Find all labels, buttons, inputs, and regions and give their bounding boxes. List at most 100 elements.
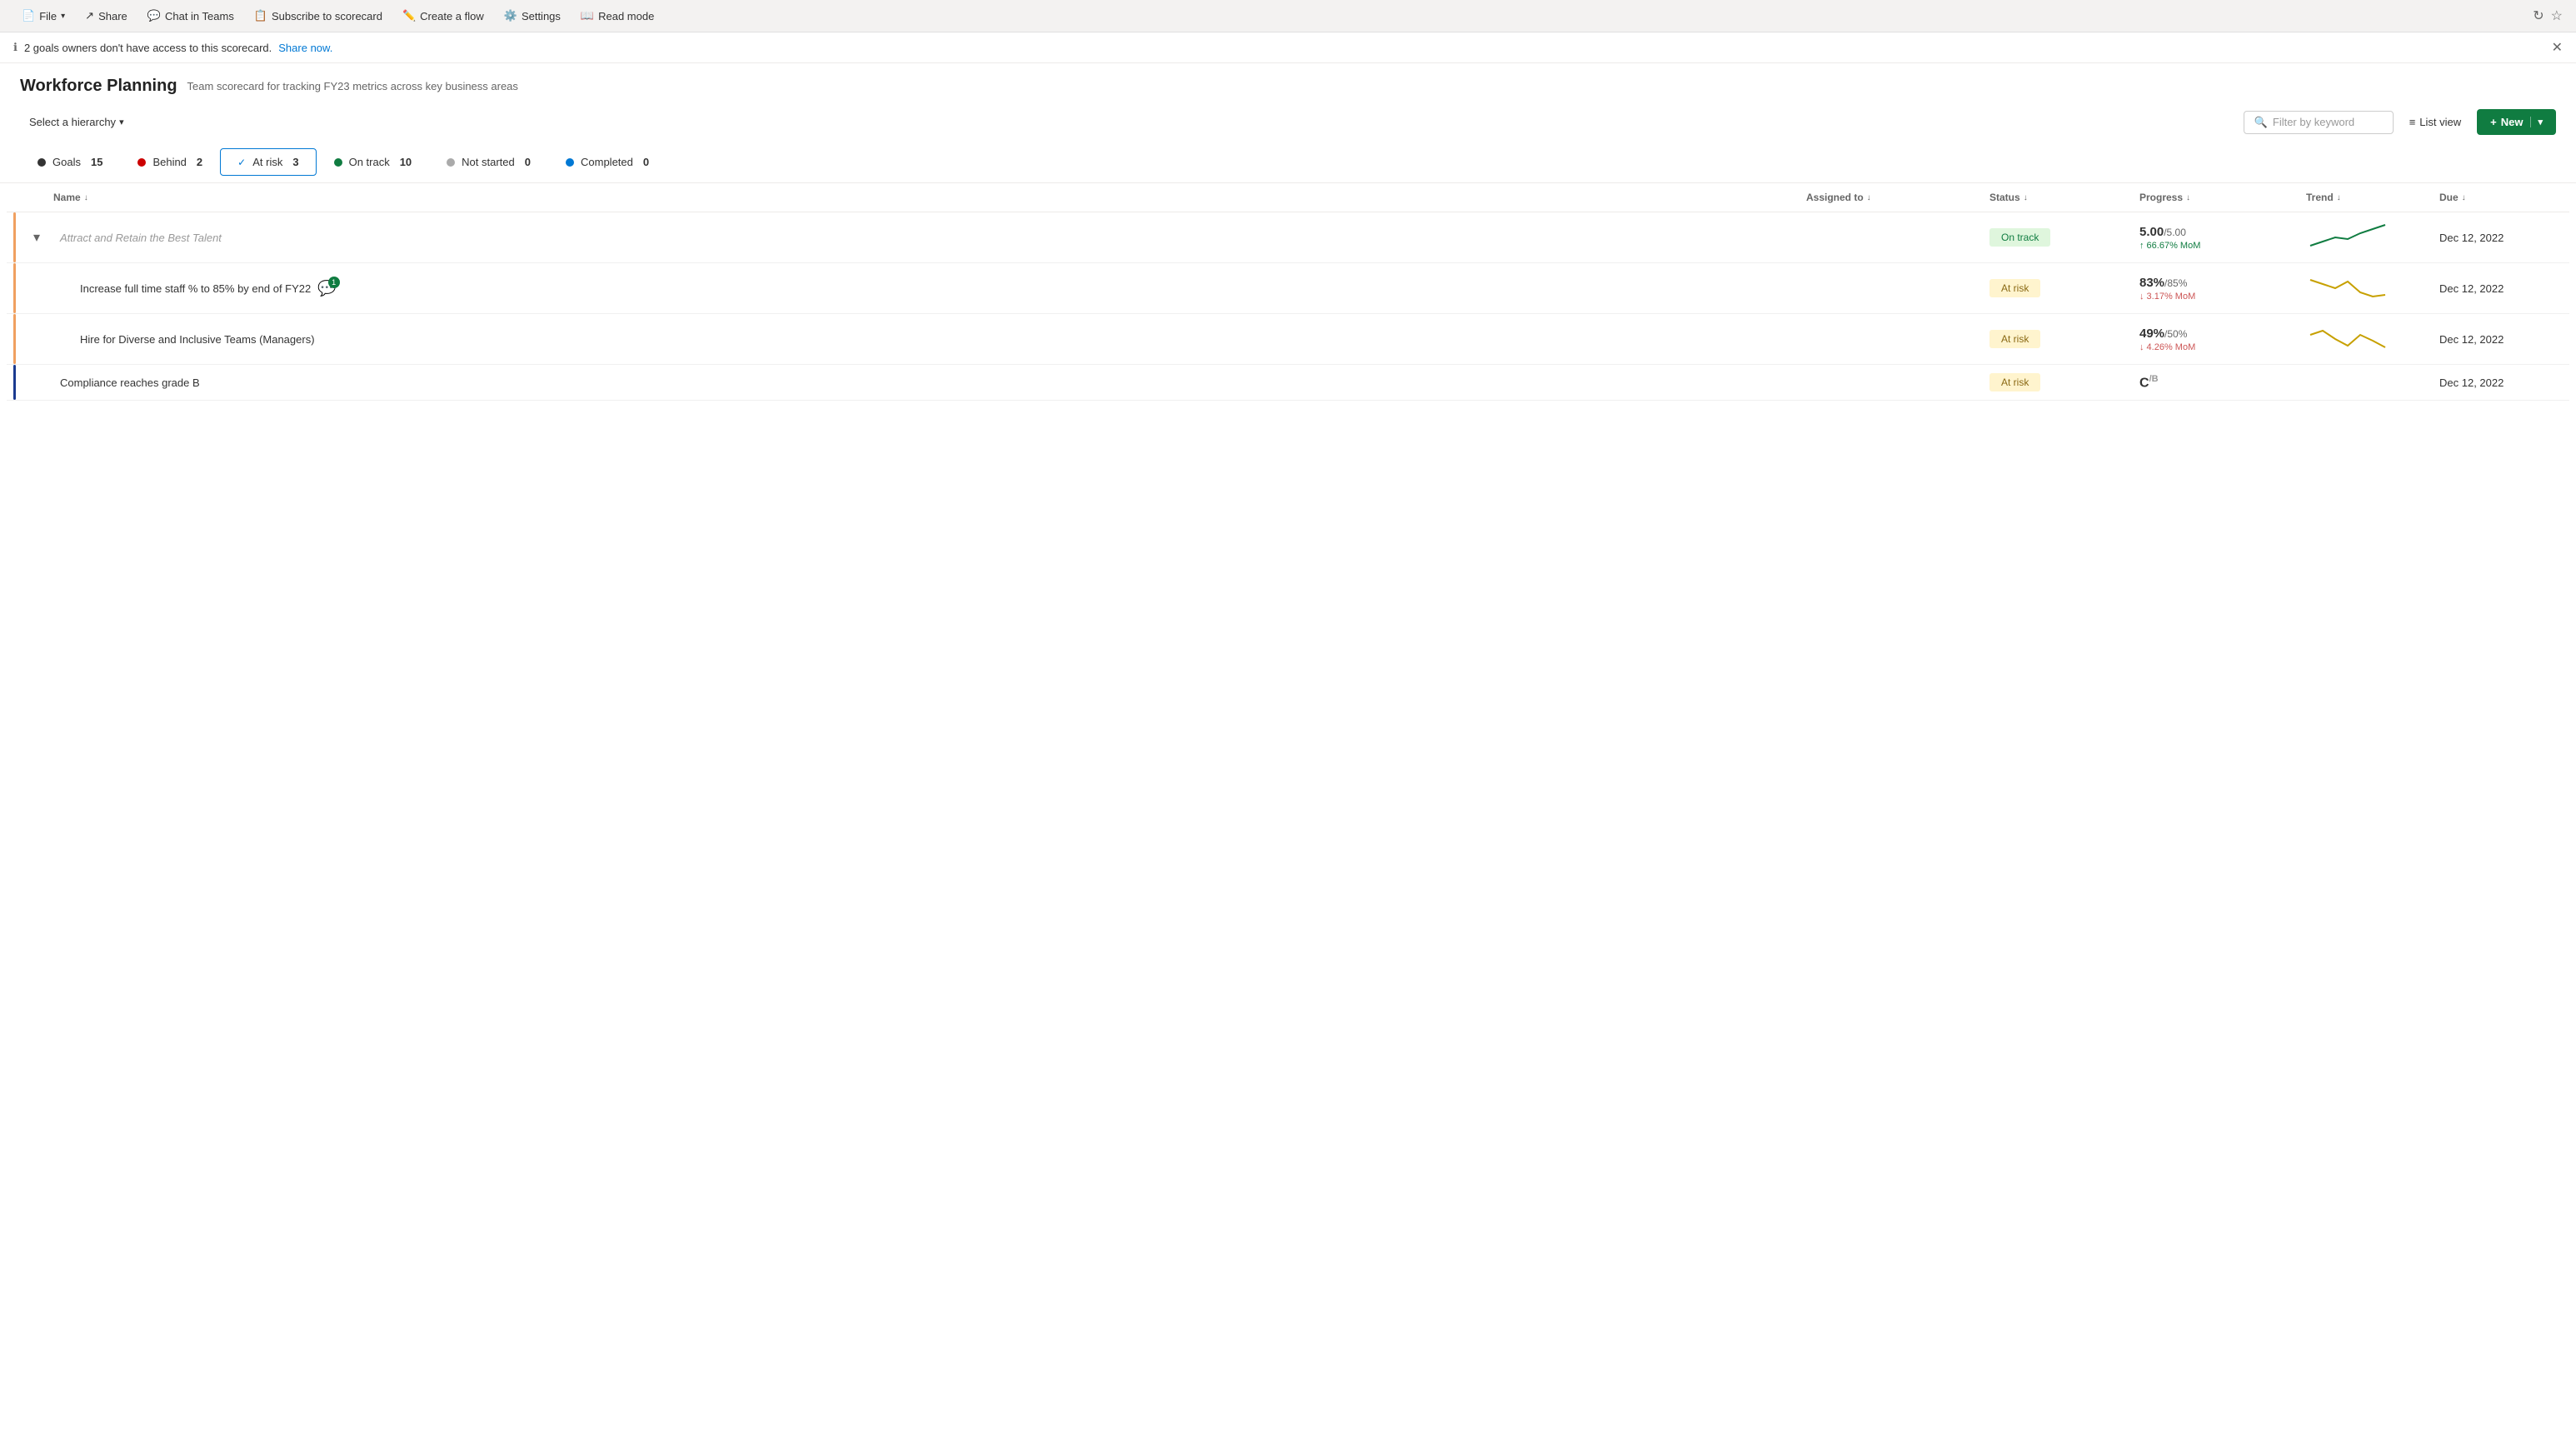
tab-label: Completed <box>581 156 633 168</box>
due-cell: Dec 12, 2022 <box>2439 232 2556 244</box>
table-row: Increase full time staff % to 85% by end… <box>7 263 2569 314</box>
status-cell: On track <box>1989 228 2139 247</box>
progress-main: 49%/50% <box>2139 327 2306 341</box>
row-accent <box>13 212 16 262</box>
col-header-status[interactable]: Status↓ <box>1989 192 2139 203</box>
page-header: Workforce Planning Team scorecard for tr… <box>0 63 2576 102</box>
info-banner: ℹ 2 goals owners don't have access to th… <box>0 32 2576 63</box>
new-button-chevron-icon: ▾ <box>2530 117 2543 127</box>
hierarchy-chevron-icon: ▾ <box>119 117 124 127</box>
status-tab-at_risk[interactable]: ✓ At risk 3 <box>220 148 316 176</box>
row-accent <box>13 314 16 364</box>
due-cell: Dec 12, 2022 <box>2439 333 2556 346</box>
status-tab-goals[interactable]: Goals 15 <box>20 148 120 176</box>
page-title: Workforce Planning <box>20 77 177 96</box>
goal-name[interactable]: Increase full time staff % to 85% by end… <box>80 282 311 295</box>
tab-count: 0 <box>525 156 531 168</box>
checkmark-icon: ✓ <box>237 157 246 168</box>
file-menu[interactable]: 📄 File ▾ <box>13 5 73 27</box>
tab-label: Goals <box>52 156 81 168</box>
chat-in-teams-button[interactable]: 💬 Chat in Teams <box>139 5 242 27</box>
table-container: Name↓Assigned to↓Status↓Progress↓Trend↓D… <box>0 183 2576 401</box>
goal-name-cell: Increase full time staff % to 85% by end… <box>53 280 1806 297</box>
col-header-name[interactable]: Name↓ <box>53 192 1806 203</box>
goal-name-cell: Hire for Diverse and Inclusive Teams (Ma… <box>53 333 1806 346</box>
trend-cell <box>2306 221 2439 254</box>
share-now-link[interactable]: Share now. <box>278 42 332 54</box>
sort-icon: ↓ <box>1867 193 1871 202</box>
share-icon: ↗ <box>85 9 94 22</box>
toolbar-right: ↻ ☆ <box>2533 7 2563 24</box>
due-cell: Dec 12, 2022 <box>2439 282 2556 295</box>
status-tab-behind[interactable]: Behind 2 <box>120 148 220 176</box>
row-expander[interactable]: ▾ <box>20 229 53 246</box>
tab-label: On track <box>349 156 390 168</box>
status-tabs: Goals 15 Behind 2✓ At risk 3 On track 10… <box>0 142 2576 183</box>
goal-name[interactable]: Compliance reaches grade B <box>60 376 200 389</box>
read-mode-button[interactable]: 📖 Read mode <box>572 5 662 27</box>
table-body: ▾ Attract and Retain the Best Talent On … <box>7 212 2569 401</box>
trend-cell <box>2306 272 2439 305</box>
filter-input[interactable]: 🔍 Filter by keyword <box>2244 111 2394 134</box>
progress-cell: C/B <box>2139 374 2306 391</box>
search-icon: 🔍 <box>2254 116 2268 129</box>
progress-cell: 49%/50% ↓ 4.26% MoM <box>2139 327 2306 352</box>
status-cell: At risk <box>1989 373 2139 391</box>
status-cell: At risk <box>1989 279 2139 297</box>
row-accent <box>13 263 16 313</box>
sort-icon: ↓ <box>2462 193 2466 202</box>
row-accent <box>13 365 16 400</box>
progress-change: ↑ 66.67% MoM <box>2139 241 2306 251</box>
list-view-button[interactable]: ≡ List view <box>2400 111 2470 133</box>
create-flow-button[interactable]: ✏️ Create a flow <box>394 5 492 27</box>
tab-count: 15 <box>91 156 102 168</box>
status-dot <box>447 158 455 167</box>
progress-main: 83%/85% <box>2139 276 2306 290</box>
read-mode-icon: 📖 <box>581 9 594 22</box>
col-header-trend[interactable]: Trend↓ <box>2306 192 2439 203</box>
comment-badge[interactable]: 💬 1 <box>317 280 336 297</box>
refresh-icon[interactable]: ↻ <box>2533 7 2544 24</box>
due-cell: Dec 12, 2022 <box>2439 376 2556 389</box>
goal-name-cell: Compliance reaches grade B <box>53 376 1806 389</box>
comment-count: 1 <box>328 277 340 288</box>
subscribe-button[interactable]: 📋 Subscribe to scorecard <box>246 5 391 27</box>
status-badge: On track <box>1989 228 2050 247</box>
tab-label: At risk <box>252 156 282 168</box>
settings-button[interactable]: ⚙️ Settings <box>496 5 569 27</box>
trend-cell <box>2306 322 2439 356</box>
compliance-score: C/B <box>2139 374 2306 391</box>
table-row: Compliance reaches grade B At risk C/B D… <box>7 365 2569 401</box>
status-tab-on_track[interactable]: On track 10 <box>317 148 430 176</box>
progress-change: ↓ 3.17% MoM <box>2139 292 2306 302</box>
tab-count: 2 <box>197 156 202 168</box>
share-button[interactable]: ↗ Share <box>77 5 136 27</box>
sort-icon: ↓ <box>2024 193 2028 202</box>
col-header-assigned_to[interactable]: Assigned to↓ <box>1806 192 1989 203</box>
hierarchy-label: Select a hierarchy <box>29 116 116 128</box>
tab-label: Behind <box>152 156 186 168</box>
status-badge: At risk <box>1989 279 2040 297</box>
col-header-expand <box>20 192 53 203</box>
status-cell: At risk <box>1989 330 2139 348</box>
status-tab-completed[interactable]: Completed 0 <box>548 148 666 176</box>
status-tab-not_started[interactable]: Not started 0 <box>429 148 548 176</box>
tab-count: 10 <box>400 156 412 168</box>
table-row: Hire for Diverse and Inclusive Teams (Ma… <box>7 314 2569 365</box>
tab-count: 3 <box>292 156 298 168</box>
new-button[interactable]: + New ▾ <box>2477 109 2556 135</box>
file-chevron-icon: ▾ <box>61 12 65 21</box>
hierarchy-selector[interactable]: Select a hierarchy ▾ <box>20 111 133 133</box>
favorite-icon[interactable]: ☆ <box>2551 7 2563 24</box>
sort-icon: ↓ <box>84 193 88 202</box>
controls-right: 🔍 Filter by keyword ≡ List view + New ▾ <box>2244 109 2556 135</box>
status-dot <box>334 158 342 167</box>
filter-placeholder: Filter by keyword <box>2273 116 2354 128</box>
col-header-due[interactable]: Due↓ <box>2439 192 2556 203</box>
goal-name[interactable]: Hire for Diverse and Inclusive Teams (Ma… <box>80 333 315 346</box>
progress-change: ↓ 4.26% MoM <box>2139 342 2306 352</box>
col-header-progress[interactable]: Progress↓ <box>2139 192 2306 203</box>
close-banner-button[interactable]: ✕ <box>2552 39 2563 56</box>
progress-cell: 83%/85% ↓ 3.17% MoM <box>2139 276 2306 302</box>
file-icon: 📄 <box>22 9 35 22</box>
